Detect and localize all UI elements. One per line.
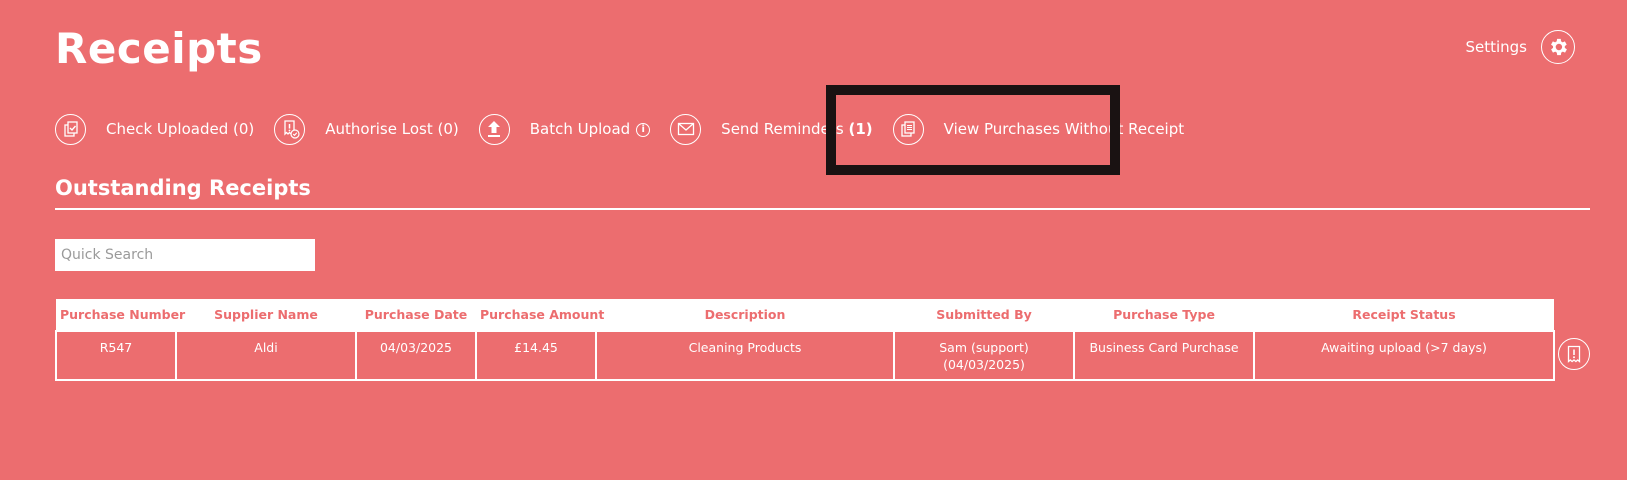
receipt-status-cell: Awaiting upload (>7 days) xyxy=(1253,330,1555,381)
documents-icon xyxy=(892,113,924,145)
column-header[interactable]: Purchase Date xyxy=(356,299,476,331)
lost-receipt-icon xyxy=(274,113,306,145)
column-header[interactable]: Description xyxy=(596,299,894,331)
purchase-type-cell: Business Card Purchase xyxy=(1073,330,1255,381)
check-uploaded-label: Check Uploaded (0) xyxy=(106,120,255,138)
section-title: Outstanding Receipts xyxy=(55,176,311,200)
purchase-number-cell: R547 xyxy=(55,330,177,381)
supplier-name-cell: Aldi xyxy=(175,330,357,381)
submitted-by-date: (04/03/2025) xyxy=(943,357,1025,372)
settings-link[interactable]: Settings xyxy=(1465,38,1527,56)
upload-arrow-icon xyxy=(478,113,510,145)
authorise-lost-label: Authorise Lost (0) xyxy=(325,120,459,138)
quick-search-input[interactable] xyxy=(55,239,315,271)
column-header[interactable]: Purchase Type xyxy=(1074,299,1254,331)
section-divider xyxy=(55,208,1590,210)
column-header[interactable]: Receipt Status xyxy=(1254,299,1554,331)
submitted-by-name: Sam (support) xyxy=(939,340,1029,355)
check-document-icon xyxy=(55,113,86,145)
description-cell: Cleaning Products xyxy=(595,330,895,381)
page-title: Receipts xyxy=(55,24,263,73)
gear-icon[interactable] xyxy=(1541,30,1575,64)
send-reminders-label: Send Reminders (1) xyxy=(721,120,872,138)
envelope-icon xyxy=(670,113,702,145)
purchase-date-cell: 04/03/2025 xyxy=(355,330,477,381)
check-uploaded-button[interactable]: Check Uploaded (0) xyxy=(55,113,255,145)
send-reminders-button[interactable]: Send Reminders (1) xyxy=(670,113,873,145)
batch-upload-text: Batch Upload xyxy=(529,120,631,138)
receipts-table: Purchase Number Supplier Name Purchase D… xyxy=(55,299,1555,381)
column-header[interactable]: Purchase Amount xyxy=(476,299,604,331)
column-header[interactable]: Supplier Name xyxy=(176,299,356,331)
settings: Settings xyxy=(1465,30,1575,64)
view-purchases-without-receipt-label: View Purchases Without Receipt xyxy=(943,120,1185,138)
info-icon[interactable]: i xyxy=(636,122,651,137)
view-purchases-without-receipt-button[interactable]: View Purchases Without Receipt xyxy=(892,113,1185,145)
purchase-amount-cell: £14.45 xyxy=(475,330,597,381)
submitted-by-cell: Sam (support) (04/03/2025) xyxy=(893,330,1075,381)
send-reminders-text: Send Reminders xyxy=(721,120,844,138)
authorise-lost-button[interactable]: Authorise Lost (0) xyxy=(274,113,459,145)
send-reminders-count: (1) xyxy=(848,120,873,138)
batch-upload-button[interactable]: Batch Upload i xyxy=(478,113,651,145)
batch-upload-label: Batch Upload i xyxy=(529,120,651,138)
table-row[interactable]: R547 Aldi 04/03/2025 £14.45 Cleaning Pro… xyxy=(55,330,1555,381)
column-header[interactable]: Submitted By xyxy=(894,299,1074,331)
table-header-row: Purchase Number Supplier Name Purchase D… xyxy=(56,299,1554,331)
column-header[interactable]: Purchase Number xyxy=(56,299,185,331)
receipt-alert-icon[interactable] xyxy=(1558,338,1590,370)
toolbar: Check Uploaded (0) Authorise Lost (0) Ba… xyxy=(55,111,1204,147)
